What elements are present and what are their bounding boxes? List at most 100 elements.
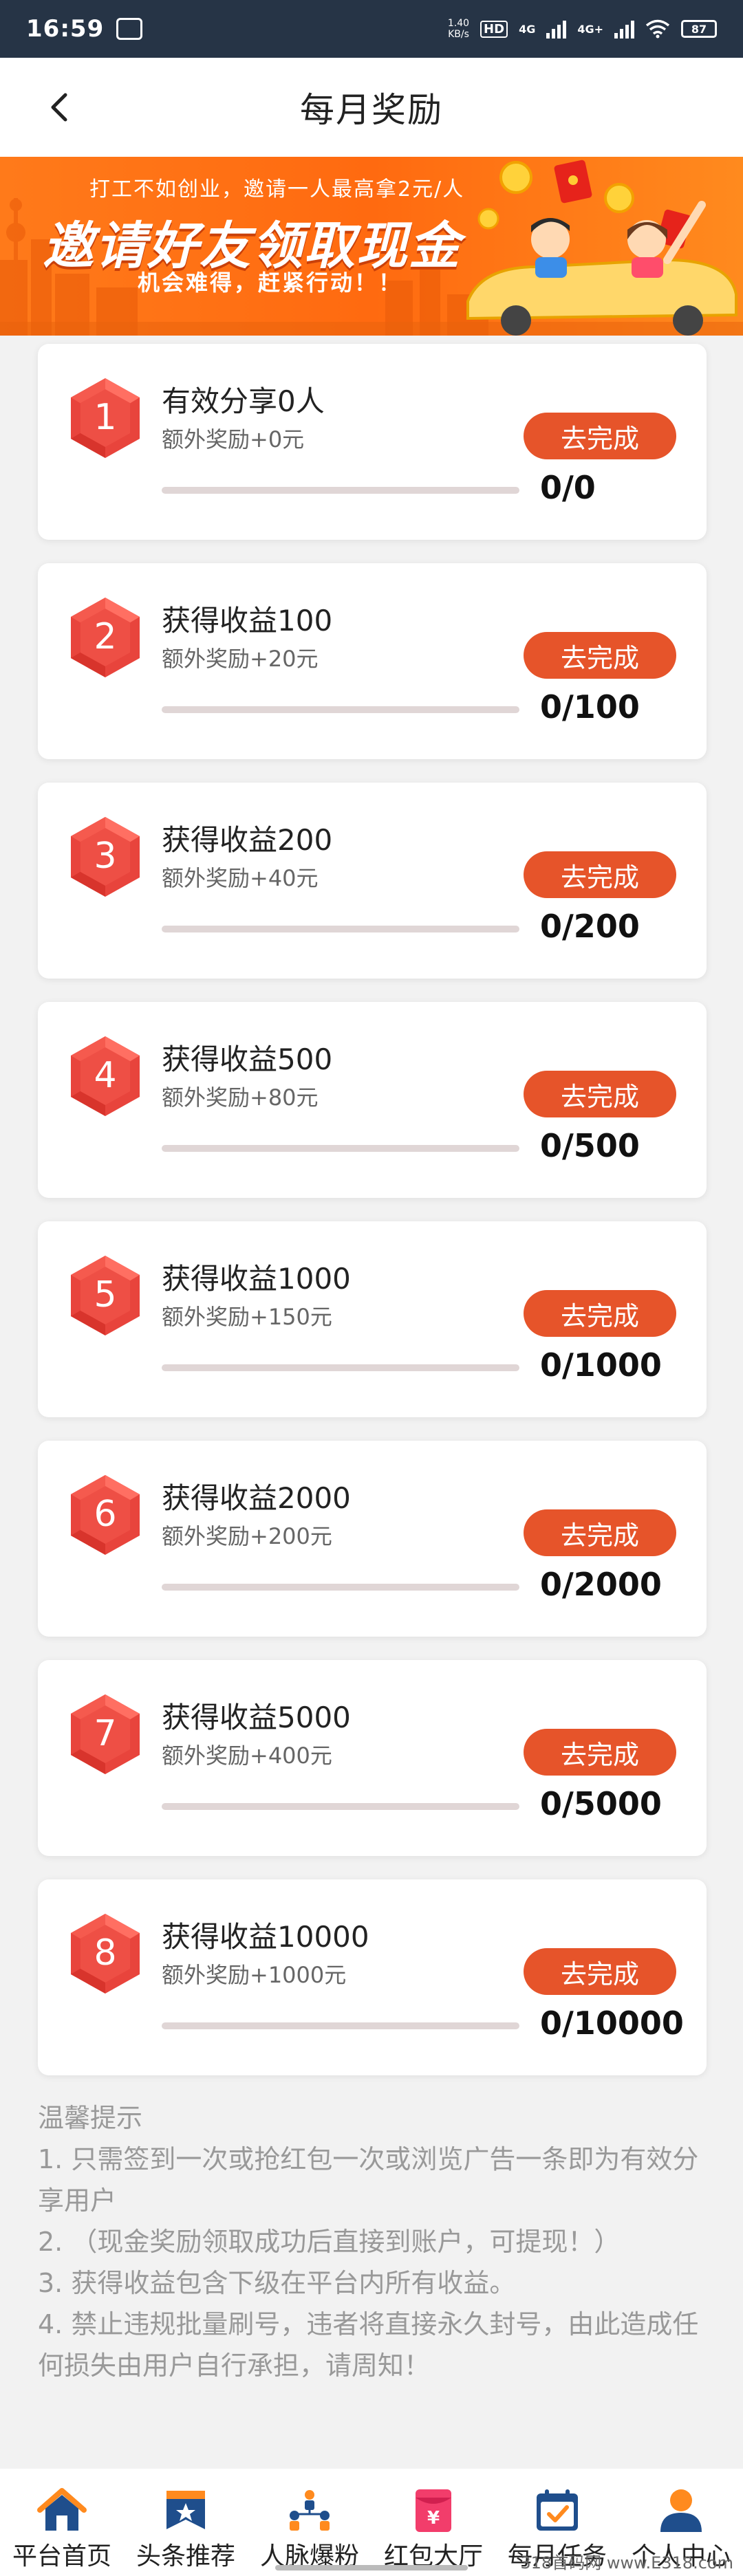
task-card: 8 获得收益10000 额外奖励+1000元 去完成 0/10000 (38, 1879, 707, 2075)
task-progress-bar (162, 2022, 519, 2029)
calendar-task-icon (537, 2489, 578, 2531)
tip-item: 1. 只需签到一次或抢红包一次或浏览广告一条即为有效分享用户 (38, 2144, 699, 2216)
back-button[interactable] (41, 89, 77, 125)
network-speed: 1.40 KB/s (447, 18, 470, 40)
go-complete-button[interactable]: 去完成 (524, 851, 676, 898)
task-number: 5 (94, 1274, 116, 1316)
task-count: 0/100 (540, 688, 640, 725)
task-count: 0/2000 (540, 1566, 662, 1603)
status-right: 1.40 KB/s HD 4G 4G+ 87 (448, 18, 717, 40)
task-count: 0/0 (540, 469, 596, 506)
task-number: 6 (94, 1494, 116, 1535)
go-complete-button[interactable]: 去完成 (524, 1948, 676, 1995)
task-count: 0/200 (540, 908, 640, 945)
page-header: 每月奖励 (0, 58, 743, 157)
task-number: 3 (94, 836, 116, 877)
banner-subtitle: 打工不如创业，邀请一人最高拿2元/人 (89, 177, 465, 201)
task-title: 获得收益200 (162, 823, 333, 857)
task-bonus: 额外奖励+80元 (162, 1084, 319, 1111)
red-envelope-icon: ¥ (416, 2489, 451, 2532)
chevron-left-icon (51, 93, 67, 122)
task-bonus: 额外奖励+20元 (162, 646, 319, 672)
task-bonus: 额外奖励+200元 (162, 1523, 332, 1549)
task-card: 1 有效分享0人 额外奖励+0元 去完成 0/0 (38, 344, 707, 540)
task-progress-bar (162, 1145, 519, 1152)
task-count: 0/5000 (540, 1785, 662, 1822)
signal-icon (546, 19, 567, 39)
invite-banner[interactable]: 打工不如创业，邀请一人最高拿2元/人 邀请好友领取现金 机会难得，赶紧行动！！ (0, 157, 743, 336)
go-complete-button[interactable]: 去完成 (524, 1071, 676, 1117)
nav-item-home[interactable]: 平台首页 (0, 2487, 124, 2572)
tip-item: 4. 禁止违规批量刷号，违者将直接永久封号，由此造成任何损失由用户自行承担，请周… (38, 2309, 699, 2381)
hexagon-badge-icon: 4 (71, 1036, 140, 1116)
tip-item: 2. （现金奖励领取成功后直接到账户，可提现！） (38, 2227, 621, 2257)
task-card: 6 获得收益2000 额外奖励+200元 去完成 0/2000 (38, 1441, 707, 1637)
go-complete-button[interactable]: 去完成 (524, 1290, 676, 1337)
hexagon-badge-icon: 8 (71, 1914, 140, 1994)
bottom-navigation: 平台首页 头条推荐 人脉爆粉 ¥ 红包大厅 每月任务 个人中心 318首码网 w… (0, 2469, 743, 2576)
banner-tagline: 机会难得，赶紧行动！！ (138, 270, 403, 296)
nav-label: 头条推荐 (136, 2542, 235, 2570)
hexagon-badge-icon: 3 (71, 817, 140, 897)
task-title: 获得收益2000 (162, 1481, 351, 1515)
nav-item-red-envelope[interactable]: ¥ 红包大厅 (372, 2487, 495, 2572)
hexagon-badge-icon: 6 (71, 1475, 140, 1555)
status-time: 16:59 (26, 15, 105, 43)
battery-icon: 87 (681, 20, 717, 38)
task-card: 2 获得收益100 额外奖励+20元 去完成 0/100 (38, 563, 707, 759)
task-progress-bar (162, 1584, 519, 1591)
network-4g-plus-label: 4G+ (577, 22, 603, 36)
user-icon (660, 2489, 702, 2532)
hd-label: HD (480, 20, 508, 38)
tip-item: 3. 获得收益包含下级在平台内所有收益。 (38, 2268, 516, 2298)
task-card: 4 获得收益500 额外奖励+80元 去完成 0/500 (38, 1002, 707, 1198)
task-count: 0/500 (540, 1127, 640, 1164)
task-card: 7 获得收益5000 额外奖励+400元 去完成 0/5000 (38, 1660, 707, 1856)
tips-title: 温馨提示 (38, 2103, 143, 2133)
task-bonus: 额外奖励+40元 (162, 865, 319, 891)
hexagon-badge-icon: 7 (71, 1694, 140, 1774)
task-bonus: 额外奖励+0元 (162, 426, 305, 452)
nav-item-network[interactable]: 人脉爆粉 (248, 2487, 372, 2572)
wifi-icon (645, 19, 670, 39)
task-title: 获得收益100 (162, 604, 333, 637)
car-people-illustration (466, 160, 737, 336)
task-title: 获得收益5000 (162, 1701, 351, 1734)
task-count: 0/10000 (540, 2005, 684, 2042)
task-number: 4 (94, 1055, 116, 1096)
task-count: 0/1000 (540, 1346, 662, 1384)
task-progress-bar (162, 706, 519, 713)
task-progress-bar (162, 926, 519, 932)
task-title: 获得收益1000 (162, 1262, 351, 1296)
nav-item-headline[interactable]: 头条推荐 (124, 2487, 248, 2572)
watermark: 318首码网 www.E318.com (520, 2553, 733, 2573)
hexagon-badge-icon: 1 (71, 378, 140, 458)
network-4g-label: 4G (519, 22, 536, 36)
notification-app-icon (116, 18, 143, 40)
nav-label: 平台首页 (12, 2542, 111, 2570)
signal-icon-2 (614, 19, 634, 39)
go-complete-button[interactable]: 去完成 (524, 632, 676, 679)
go-complete-button[interactable]: 去完成 (524, 1509, 676, 1556)
task-progress-bar (162, 1803, 519, 1810)
svg-text:¥: ¥ (427, 2508, 440, 2529)
task-number: 2 (94, 616, 116, 657)
hexagon-badge-icon: 5 (71, 1256, 140, 1335)
task-card: 5 获得收益1000 额外奖励+150元 去完成 0/1000 (38, 1221, 707, 1417)
go-complete-button[interactable]: 去完成 (524, 1729, 676, 1776)
status-left: 16:59 (26, 15, 143, 43)
task-number: 1 (94, 397, 116, 438)
status-bar: 16:59 1.40 KB/s HD 4G 4G+ 87 (0, 0, 743, 58)
headline-icon (166, 2491, 205, 2529)
task-progress-bar (162, 1364, 519, 1371)
task-title: 获得收益500 (162, 1043, 333, 1076)
task-number: 7 (94, 1713, 116, 1754)
tips-section: 温馨提示 1. 只需签到一次或抢红包一次或浏览广告一条即为有效分享用户 2. （… (38, 2097, 715, 2386)
task-bonus: 额外奖励+1000元 (162, 1962, 347, 1988)
task-progress-bar (162, 487, 519, 494)
hexagon-badge-icon: 2 (71, 598, 140, 677)
task-number: 8 (94, 1932, 116, 1974)
network-icon (290, 2490, 330, 2531)
go-complete-button[interactable]: 去完成 (524, 413, 676, 459)
home-indicator[interactable] (275, 2565, 468, 2570)
